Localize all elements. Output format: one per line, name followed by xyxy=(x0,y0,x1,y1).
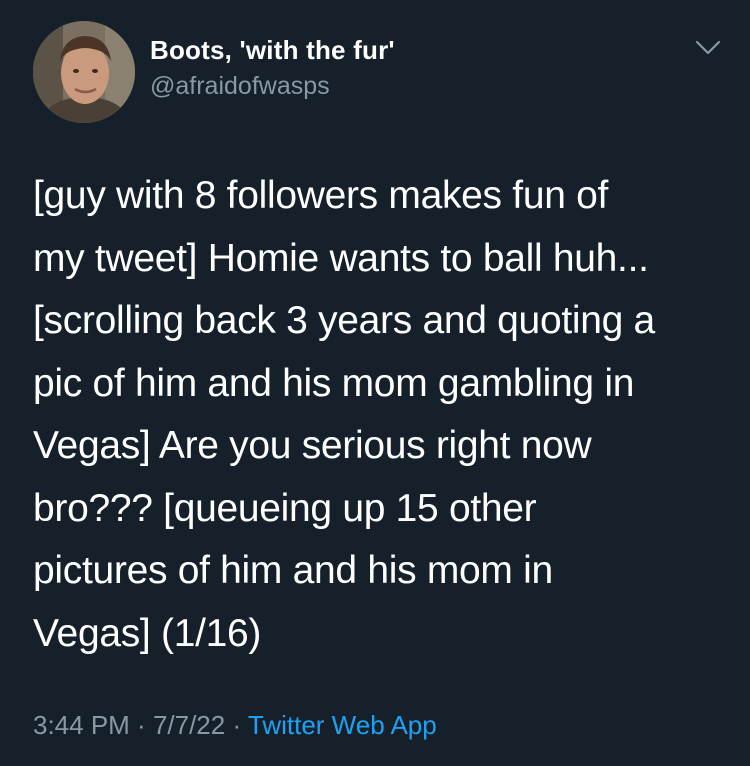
tweet-line: my tweet] Homie wants to ball huh... xyxy=(33,236,649,280)
tweet-line: [guy with 8 followers makes fun of xyxy=(33,174,609,217)
tweet-line: Vegas] Are you serious right now xyxy=(33,424,592,467)
chevron-down-icon[interactable] xyxy=(694,36,722,58)
tweet-metadata: 3:44 PM · 7/7/22 · Twitter Web App xyxy=(33,710,437,741)
tweet-source-link[interactable]: Twitter Web App xyxy=(248,710,437,740)
tweet-line: pictures of him and his mom in xyxy=(33,549,553,592)
tweet-line: Vegas] (1/16) xyxy=(33,611,262,655)
tweet-line: bro??? [queueing up 15 other xyxy=(33,486,537,530)
meta-separator: · xyxy=(225,710,248,740)
tweet-text: [guy with 8 followers makes fun of my tw… xyxy=(33,165,733,665)
tweet-date[interactable]: 7/7/22 xyxy=(153,710,225,740)
avatar-photo xyxy=(33,21,135,123)
tweet-time[interactable]: 3:44 PM xyxy=(33,710,130,740)
avatar[interactable] xyxy=(33,21,135,123)
tweet-line: pic of him and his mom gambling in xyxy=(33,361,635,405)
display-name[interactable]: Boots, 'with the fur' xyxy=(150,35,395,66)
tweet-line: [scrolling back 3 years and quoting a xyxy=(33,299,655,342)
meta-separator: · xyxy=(129,710,153,740)
user-handle[interactable]: @afraidofwasps xyxy=(150,72,330,101)
